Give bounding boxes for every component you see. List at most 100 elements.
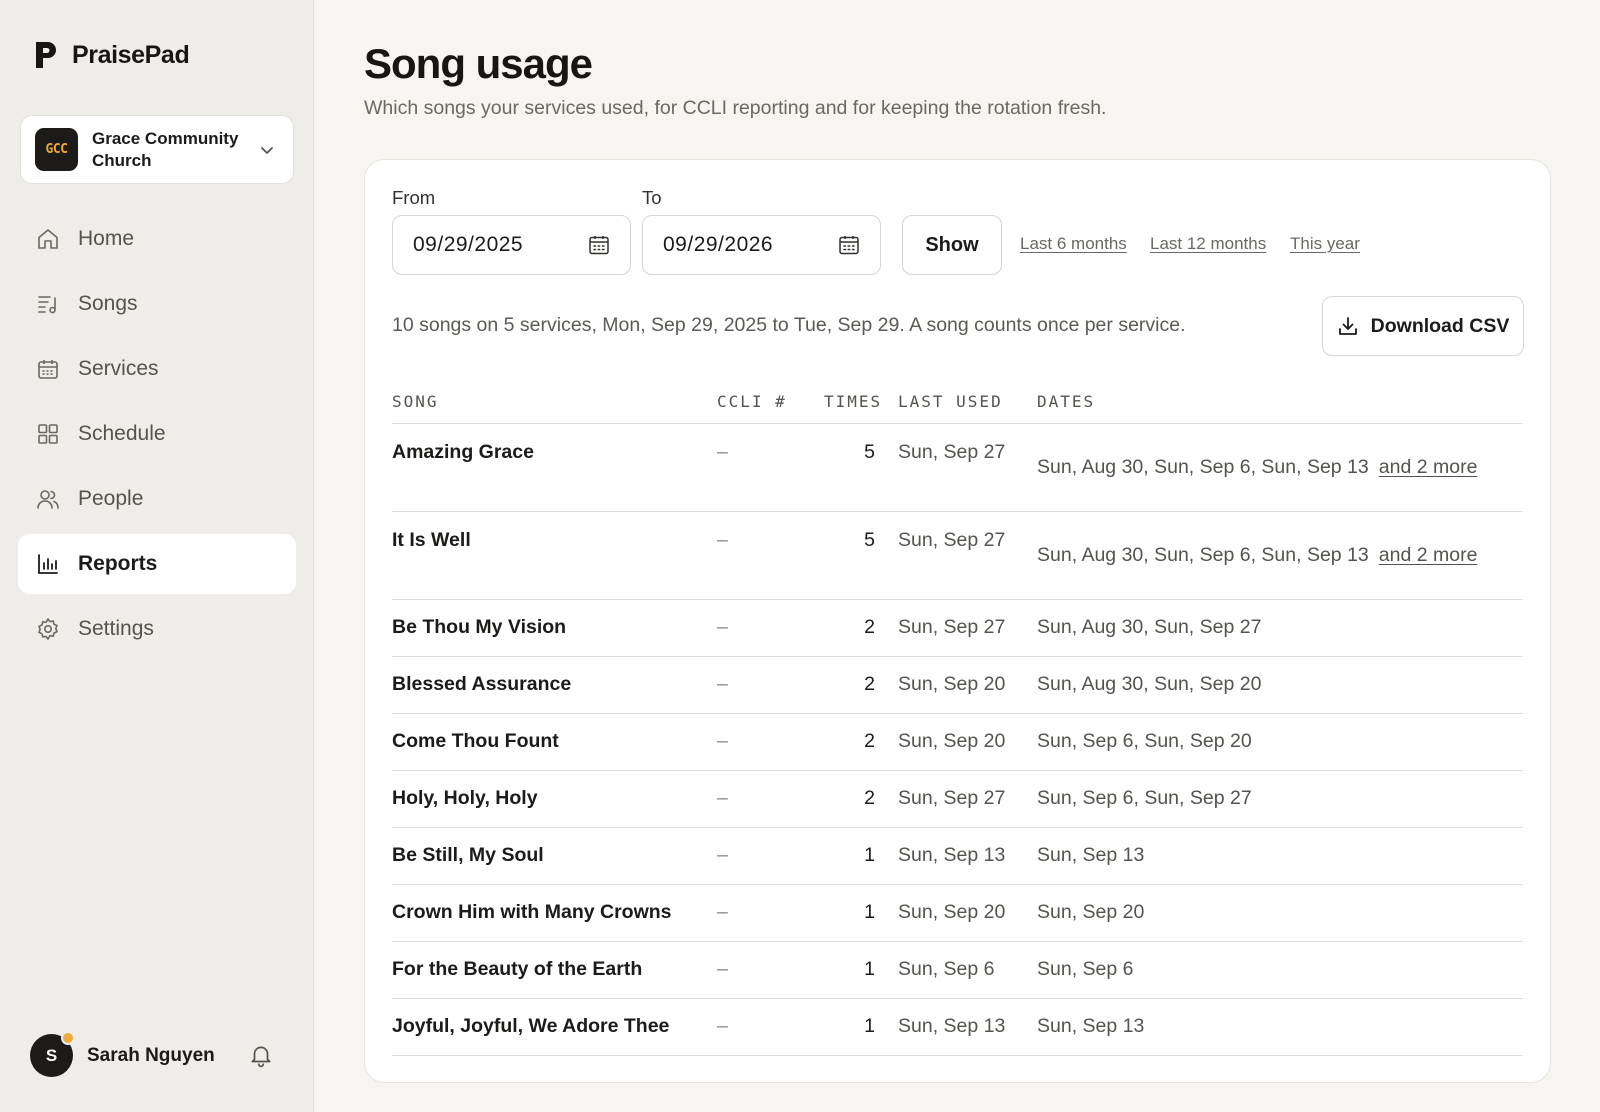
times-used: 5 (864, 529, 875, 551)
from-date-input[interactable]: 09/29/2025 (392, 215, 631, 275)
dates-cell: Sun, Aug 30, Sun, Sep 6, Sun, Sep 13 and … (1037, 456, 1477, 479)
dates-list: Sun, Aug 30, Sun, Sep 6, Sun, Sep 13 (1037, 456, 1369, 478)
sidebar: PraisePad GCC Grace Community Church Hom… (0, 0, 314, 1112)
sidebar-item-services[interactable]: Services (18, 339, 296, 399)
sidebar-nav: Home Songs Services Schedule People Repo… (18, 209, 296, 664)
dates-list: Sun, Sep 13 (1037, 844, 1145, 866)
times-used: 2 (864, 616, 875, 638)
sidebar-item-reports[interactable]: Reports (18, 534, 296, 594)
song-title[interactable]: Be Still, My Soul (392, 844, 544, 867)
song-title[interactable]: Holy, Holy, Holy (392, 787, 538, 810)
from-date-value: 09/29/2025 (413, 233, 524, 256)
page-title: Song usage (364, 40, 593, 87)
ccli-number: – (717, 616, 728, 638)
song-title[interactable]: Joyful, Joyful, We Adore Thee (392, 1015, 669, 1038)
table-row: For the Beauty of the Earth – 1 Sun, Sep… (392, 942, 1523, 999)
home-icon (35, 226, 61, 252)
ccli-number: – (717, 529, 728, 551)
org-avatar: GCC (35, 128, 78, 171)
table-row: It Is Well – 5 Sun, Sep 27 Sun, Aug 30, … (392, 512, 1523, 600)
last-6-months-link[interactable]: Last 6 months (1020, 234, 1127, 254)
to-label: To (642, 187, 662, 208)
grid-icon (35, 421, 61, 447)
dates-list: Sun, Sep 6 (1037, 958, 1134, 980)
sidebar-item-songs[interactable]: Songs (18, 274, 296, 334)
sidebar-item-label: Services (78, 357, 159, 380)
download-csv-button[interactable]: Download CSV (1322, 296, 1524, 356)
user-profile[interactable]: S Sarah Nguyen (30, 1031, 286, 1077)
org-switcher[interactable]: GCC Grace Community Church (20, 115, 294, 184)
dates-list: Sun, Aug 30, Sun, Sep 20 (1037, 673, 1262, 695)
ccli-number: – (717, 844, 728, 866)
report-card: From 09/29/2025 To 09/29/2026 Show Last … (364, 159, 1551, 1083)
ccli-number: – (717, 441, 728, 463)
this-year-link[interactable]: This year (1290, 234, 1360, 254)
song-title[interactable]: Be Thou My Vision (392, 616, 566, 639)
last-used: Sun, Sep 27 (898, 529, 1006, 551)
last-used: Sun, Sep 6 (898, 958, 995, 980)
song-title[interactable]: Come Thou Fount (392, 730, 559, 753)
column-header-dates[interactable]: DATES (1037, 392, 1095, 411)
times-used: 5 (864, 441, 875, 463)
ccli-number: – (717, 787, 728, 809)
download-csv-label: Download CSV (1370, 314, 1510, 337)
user-name: Sarah Nguyen (87, 1044, 215, 1066)
more-dates-link[interactable]: and 2 more (1379, 544, 1478, 566)
last-used: Sun, Sep 20 (898, 901, 1006, 923)
song-title[interactable]: Amazing Grace (392, 441, 534, 464)
ccli-number: – (717, 901, 728, 923)
table-row: Be Still, My Soul – 1 Sun, Sep 13 Sun, S… (392, 828, 1523, 885)
dates-list: Sun, Sep 20 (1037, 901, 1145, 923)
song-usage-table: Amazing Grace – 5 Sun, Sep 27 Sun, Aug 3… (392, 424, 1523, 1056)
ccli-number: – (717, 730, 728, 752)
last-used: Sun, Sep 13 (898, 844, 1006, 866)
ccli-number: – (717, 673, 728, 695)
last-12-months-link[interactable]: Last 12 months (1150, 234, 1266, 254)
song-title[interactable]: It Is Well (392, 529, 471, 552)
praisepad-logo-icon (36, 42, 56, 68)
dates-list: Sun, Aug 30, Sun, Sep 27 (1037, 616, 1262, 638)
last-used: Sun, Sep 27 (898, 441, 1006, 463)
times-used: 1 (864, 844, 875, 866)
table-header: SONG CCLI # TIMES LAST USED DATES (392, 382, 1523, 424)
ccli-number: – (717, 1015, 728, 1037)
dates-list: Sun, Sep 6, Sun, Sep 20 (1037, 730, 1252, 752)
calendar-icon[interactable] (838, 234, 860, 256)
column-header-song[interactable]: SONG (392, 392, 439, 411)
last-used: Sun, Sep 20 (898, 730, 1006, 752)
avatar-initial: S (45, 1045, 58, 1065)
sidebar-item-home[interactable]: Home (18, 209, 296, 269)
show-button[interactable]: Show (902, 215, 1002, 275)
column-header-ccli[interactable]: CCLI # (717, 392, 787, 411)
people-icon (35, 486, 61, 512)
more-dates-link[interactable]: and 2 more (1379, 456, 1478, 478)
download-icon (1338, 317, 1357, 335)
calendar-icon[interactable] (588, 234, 610, 256)
last-used: Sun, Sep 27 (898, 616, 1006, 638)
column-header-last-used[interactable]: LAST USED (898, 392, 1003, 411)
times-used: 1 (864, 958, 875, 980)
song-title[interactable]: Crown Him with Many Crowns (392, 901, 672, 924)
gear-icon (35, 616, 61, 642)
sidebar-item-schedule[interactable]: Schedule (18, 404, 296, 464)
org-name: Grace Community Church (92, 128, 239, 170)
last-used: Sun, Sep 20 (898, 673, 1006, 695)
sidebar-item-people[interactable]: People (18, 469, 296, 529)
brand[interactable]: PraisePad (34, 40, 190, 70)
songs-icon (35, 291, 61, 317)
sidebar-item-label: Home (78, 227, 135, 250)
sidebar-item-label: Schedule (78, 422, 166, 445)
bar-chart-icon (35, 551, 61, 577)
column-header-times[interactable]: TIMES (824, 392, 882, 411)
notification-dot (61, 1031, 75, 1045)
song-title[interactable]: For the Beauty of the Earth (392, 958, 642, 981)
sidebar-item-label: Songs (78, 292, 138, 315)
times-used: 2 (864, 730, 875, 752)
calendar-icon (35, 356, 61, 382)
bell-icon[interactable] (248, 1042, 274, 1068)
dates-list: Sun, Sep 13 (1037, 1015, 1145, 1037)
times-used: 2 (864, 787, 875, 809)
song-title[interactable]: Blessed Assurance (392, 673, 571, 696)
to-date-input[interactable]: 09/29/2026 (642, 215, 881, 275)
sidebar-item-settings[interactable]: Settings (18, 599, 296, 659)
